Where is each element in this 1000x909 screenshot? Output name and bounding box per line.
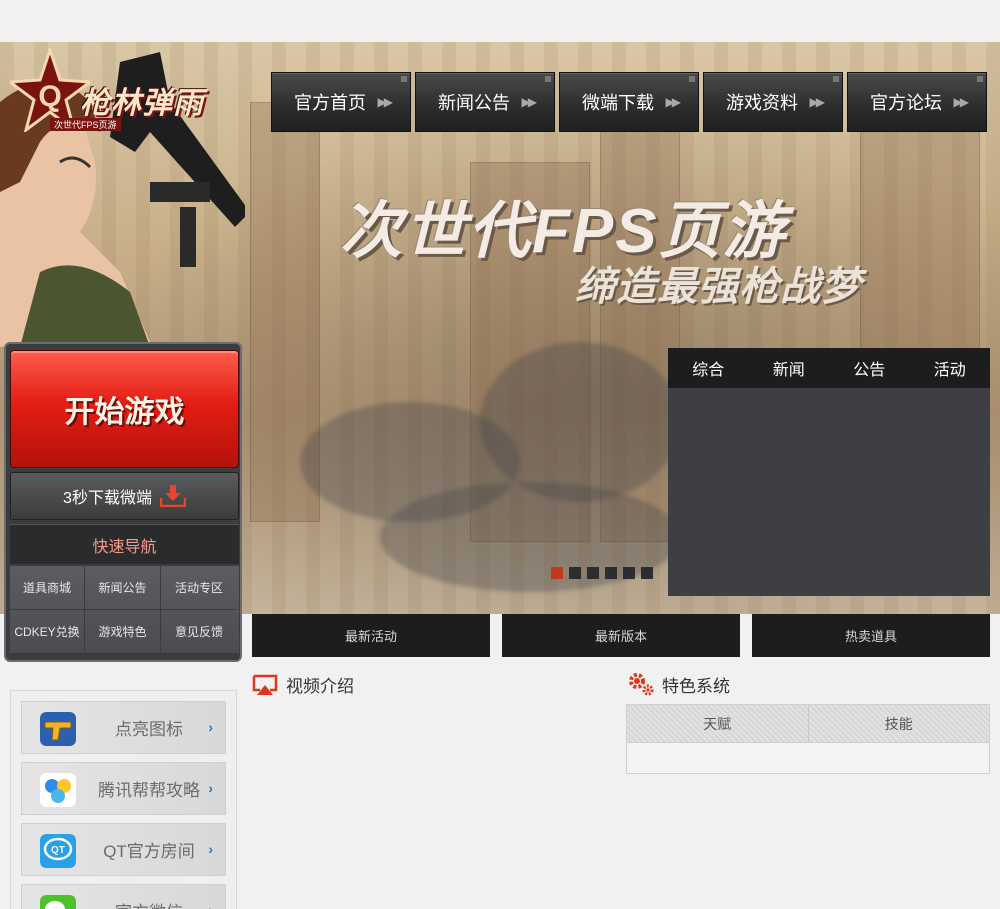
logo-subtitle: 次世代FPS页游 [50, 118, 121, 131]
smoke-shape [480, 342, 680, 502]
svg-text:Q: Q [38, 80, 61, 113]
double-arrow-icon: ▶▶ [809, 95, 826, 109]
chevron-right-icon: › [208, 902, 213, 909]
start-game-button[interactable]: 开始游戏 [10, 350, 239, 468]
tab-skills[interactable]: 技能 [807, 705, 990, 742]
download-icon [159, 485, 186, 507]
corner-rivet [977, 76, 983, 82]
logo-title: 枪林弹雨 [80, 87, 204, 120]
double-arrow-icon: ▶▶ [665, 95, 682, 109]
golden-gun-icon [40, 712, 76, 746]
nav-item-home[interactable]: 官方首页 ▶▶ [271, 72, 411, 132]
slider-dot[interactable] [587, 567, 599, 579]
double-arrow-icon: ▶▶ [521, 95, 538, 109]
double-arrow-icon: ▶▶ [953, 95, 970, 109]
nav-item-label: 微端下载 [582, 93, 654, 113]
video-section-label: 视频介绍 [286, 677, 354, 696]
tab-talent[interactable]: 天赋 [627, 705, 808, 742]
corner-rivet [545, 76, 551, 82]
quick-nav-item-features[interactable]: 游戏特色 [85, 610, 161, 654]
double-arrow-icon: ▶▶ [377, 95, 394, 109]
qt-icon: QT [40, 834, 76, 868]
link-qt-room[interactable]: QT QT官方房间 › [21, 823, 226, 876]
news-panel: 综合 新闻 公告 活动 [668, 348, 990, 596]
tab-events[interactable]: 活动 [910, 348, 991, 388]
nav-item-forum[interactable]: 官方论坛 ▶▶ [847, 72, 987, 132]
link-light-icon[interactable]: 点亮图标 › [21, 701, 226, 754]
quick-nav-item-news[interactable]: 新闻公告 [85, 566, 161, 610]
slider-dot[interactable] [641, 567, 653, 579]
quick-nav-item-cdkey[interactable]: CDKEY兑换 [10, 610, 85, 654]
nav-item-label: 官方首页 [294, 93, 366, 113]
download-client-button[interactable]: 3秒下载微端 [10, 472, 239, 520]
link-label: 官方微信 [94, 898, 204, 909]
quick-nav-item-shop[interactable]: 道具商城 [10, 566, 85, 610]
quick-nav-title-label: 快速导航 [92, 538, 157, 556]
game-logo[interactable]: Q 枪林弹雨 次世代FPS页游 [10, 48, 232, 132]
download-client-label: 3秒下载微端 [63, 490, 152, 507]
quick-links-panel: 点亮图标 › 腾讯帮帮攻略 › QT QT官方房间 › [10, 690, 237, 909]
nav-item-game-data[interactable]: 游戏资料 ▶▶ [703, 72, 843, 132]
tab-announcements[interactable]: 公告 [829, 348, 910, 388]
svg-text:QT: QT [51, 845, 65, 856]
bangbang-icon [40, 773, 76, 807]
chevron-right-icon: › [208, 780, 213, 796]
corner-rivet [833, 76, 839, 82]
corner-rivet [401, 76, 407, 82]
link-bangbang-guide[interactable]: 腾讯帮帮攻略 › [21, 762, 226, 815]
slider-dot[interactable] [605, 567, 617, 579]
slider-dot[interactable] [569, 567, 581, 579]
link-official-wechat[interactable]: 官方微信 › [21, 884, 226, 909]
hot-items-button[interactable]: 热卖道具 [752, 614, 990, 657]
quick-nav-item-events[interactable]: 活动专区 [161, 566, 237, 610]
latest-events-button[interactable]: 最新活动 [252, 614, 490, 657]
link-label: 腾讯帮帮攻略 [98, 781, 200, 800]
link-label: 点亮图标 [115, 720, 183, 739]
chevron-right-icon: › [208, 719, 213, 735]
slider-dot[interactable] [623, 567, 635, 579]
tab-general[interactable]: 综合 [668, 348, 749, 388]
quick-nav-title: 快速导航 [10, 524, 239, 564]
slider-dot[interactable] [551, 567, 563, 579]
nav-item-label: 新闻公告 [438, 93, 510, 113]
quick-nav-grid: 道具商城 新闻公告 活动专区 CDKEY兑换 游戏特色 意见反馈 [10, 566, 239, 654]
top-navigation: 官方首页 ▶▶ 新闻公告 ▶▶ 微端下载 ▶▶ 游戏资料 ▶▶ 官方论坛 ▶▶ [271, 72, 987, 132]
corner-rivet [689, 76, 695, 82]
nav-item-label: 官方论坛 [870, 93, 942, 113]
slogan-line-2: 缔造最强枪战梦 [575, 265, 862, 309]
latest-version-button[interactable]: 最新版本 [502, 614, 740, 657]
banner-slider-dots [551, 567, 653, 579]
start-game-panel: 开始游戏 3秒下载微端 快速导航 道具商城 新闻公告 活动专区 CDKEY兑换 … [4, 342, 242, 662]
feature-tabs: 天赋 技能 [627, 705, 989, 743]
video-section-title: 视频介绍 [252, 672, 354, 697]
nav-item-news[interactable]: 新闻公告 ▶▶ [415, 72, 555, 132]
chevron-right-icon: › [208, 841, 213, 857]
page: Q 枪林弹雨 次世代FPS页游 官方首页 ▶▶ 新闻公告 ▶▶ 微端下载 ▶▶ … [0, 0, 1000, 909]
nav-item-label: 游戏资料 [726, 93, 798, 113]
tab-news[interactable]: 新闻 [749, 348, 830, 388]
link-label: QT官方房间 [103, 842, 195, 861]
wechat-icon [40, 895, 76, 909]
nav-item-download[interactable]: 微端下载 ▶▶ [559, 72, 699, 132]
feature-section-label: 特色系统 [662, 676, 730, 696]
quick-nav-item-feedback[interactable]: 意见反馈 [161, 610, 237, 654]
gears-icon [629, 673, 654, 696]
start-game-label: 开始游戏 [64, 396, 185, 429]
feature-section-title: 特色系统 [626, 670, 730, 698]
feature-tabs-box: 天赋 技能 [626, 704, 990, 774]
airplay-video-icon [252, 674, 278, 695]
news-tabs: 综合 新闻 公告 活动 [668, 348, 990, 388]
